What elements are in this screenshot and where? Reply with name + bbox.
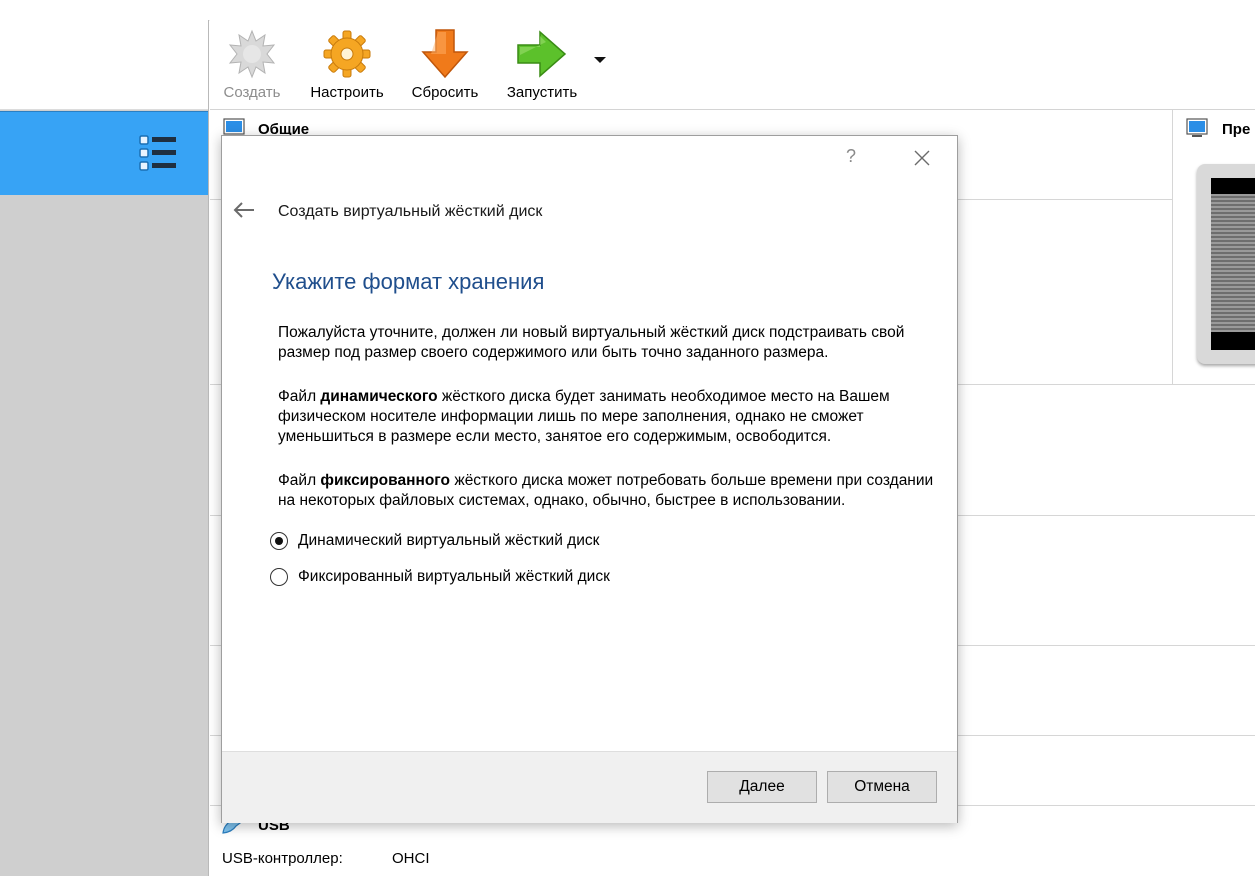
preview-heading: Пре [1222,121,1251,138]
fixed-disk-label: Фиксированный виртуальный жёсткий диск [298,568,610,585]
usb-controller-value: OHCI [392,850,430,867]
reset-button[interactable]: Сбросить [408,28,482,101]
dialog-title: Создать виртуальный жёсткий диск [278,203,543,220]
start-button[interactable]: Запустить [502,28,582,101]
fixed-emphasis: фиксированного [320,472,451,489]
reset-label: Сбросить [411,84,479,101]
create-virtual-disk-dialog: ? Создать виртуальный жёсткий диск Укажи… [221,135,958,823]
configure-label: Настроить [310,84,384,101]
right-arrow-icon [517,30,567,78]
fixed-disk-radio[interactable] [270,568,288,586]
dynamic-disk-option[interactable]: Динамический виртуальный жёсткий диск [270,530,599,552]
create-label: Создать [223,84,281,101]
start-menu-arrow-icon[interactable] [594,57,606,63]
page-heading: Укажите формат хранения [272,269,545,294]
configure-button[interactable]: Настроить [306,28,388,101]
fixed-disk-option[interactable]: Фиксированный виртуальный жёсткий диск [270,566,610,588]
monitor-icon [1186,118,1208,137]
preview-divider [1172,110,1173,385]
machine-list-header [0,20,208,110]
list-icon [139,135,176,171]
preview-image [1211,178,1255,350]
gear-icon [323,30,371,78]
starburst-icon [228,29,276,79]
start-label: Запустить [506,84,578,101]
dynamic-disk-radio[interactable] [270,532,288,550]
close-icon[interactable] [912,148,932,168]
down-arrow-icon [421,29,469,79]
next-button[interactable]: Далее [707,771,817,803]
dynamic-paragraph: Файл динамического жёсткого диска будет … [278,388,890,445]
dynamic-emphasis: динамического [320,388,438,405]
preview-stripes [1211,194,1255,332]
create-button[interactable]: Создать [218,28,286,101]
cancel-button[interactable]: Отмена [827,771,937,803]
intro-paragraph: Пожалуйста уточните, должен ли новый вир… [278,324,905,361]
title-strip [0,0,1255,21]
back-arrow-icon[interactable] [232,201,256,219]
dynamic-disk-label: Динамический виртуальный жёсткий диск [298,532,600,549]
dialog-footer: Далее Отмена [222,751,957,823]
preview-screen [1197,164,1255,364]
tools-item[interactable] [0,111,208,195]
help-button[interactable]: ? [846,146,856,167]
machine-list-pane [0,20,209,876]
main-toolbar: Создать Настроить Сбросить Запустить [210,20,1255,110]
fixed-paragraph: Файл фиксированного жёсткого диска может… [278,472,934,509]
usb-controller-label: USB-контроллер: [222,850,343,867]
